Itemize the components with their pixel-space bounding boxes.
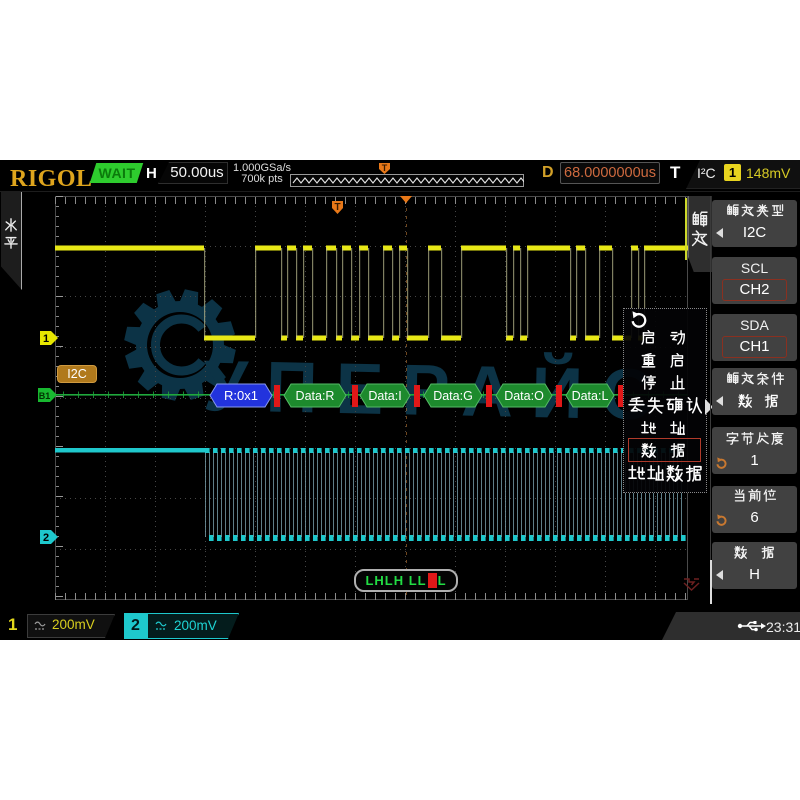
svg-text:Data:R: Data:R — [296, 389, 335, 403]
svg-text:T: T — [382, 163, 388, 173]
svg-text:R:0x1: R:0x1 — [224, 388, 258, 403]
svg-text:T: T — [334, 202, 340, 213]
svg-text:Data:L: Data:L — [572, 389, 609, 403]
svg-text:B1: B1 — [39, 391, 51, 401]
svg-text:Data:I: Data:I — [368, 389, 401, 403]
svg-text:1: 1 — [43, 333, 49, 345]
svg-text:2: 2 — [43, 532, 49, 544]
svg-text:Data:G: Data:G — [433, 389, 473, 403]
svg-text:Data:O: Data:O — [504, 389, 544, 403]
